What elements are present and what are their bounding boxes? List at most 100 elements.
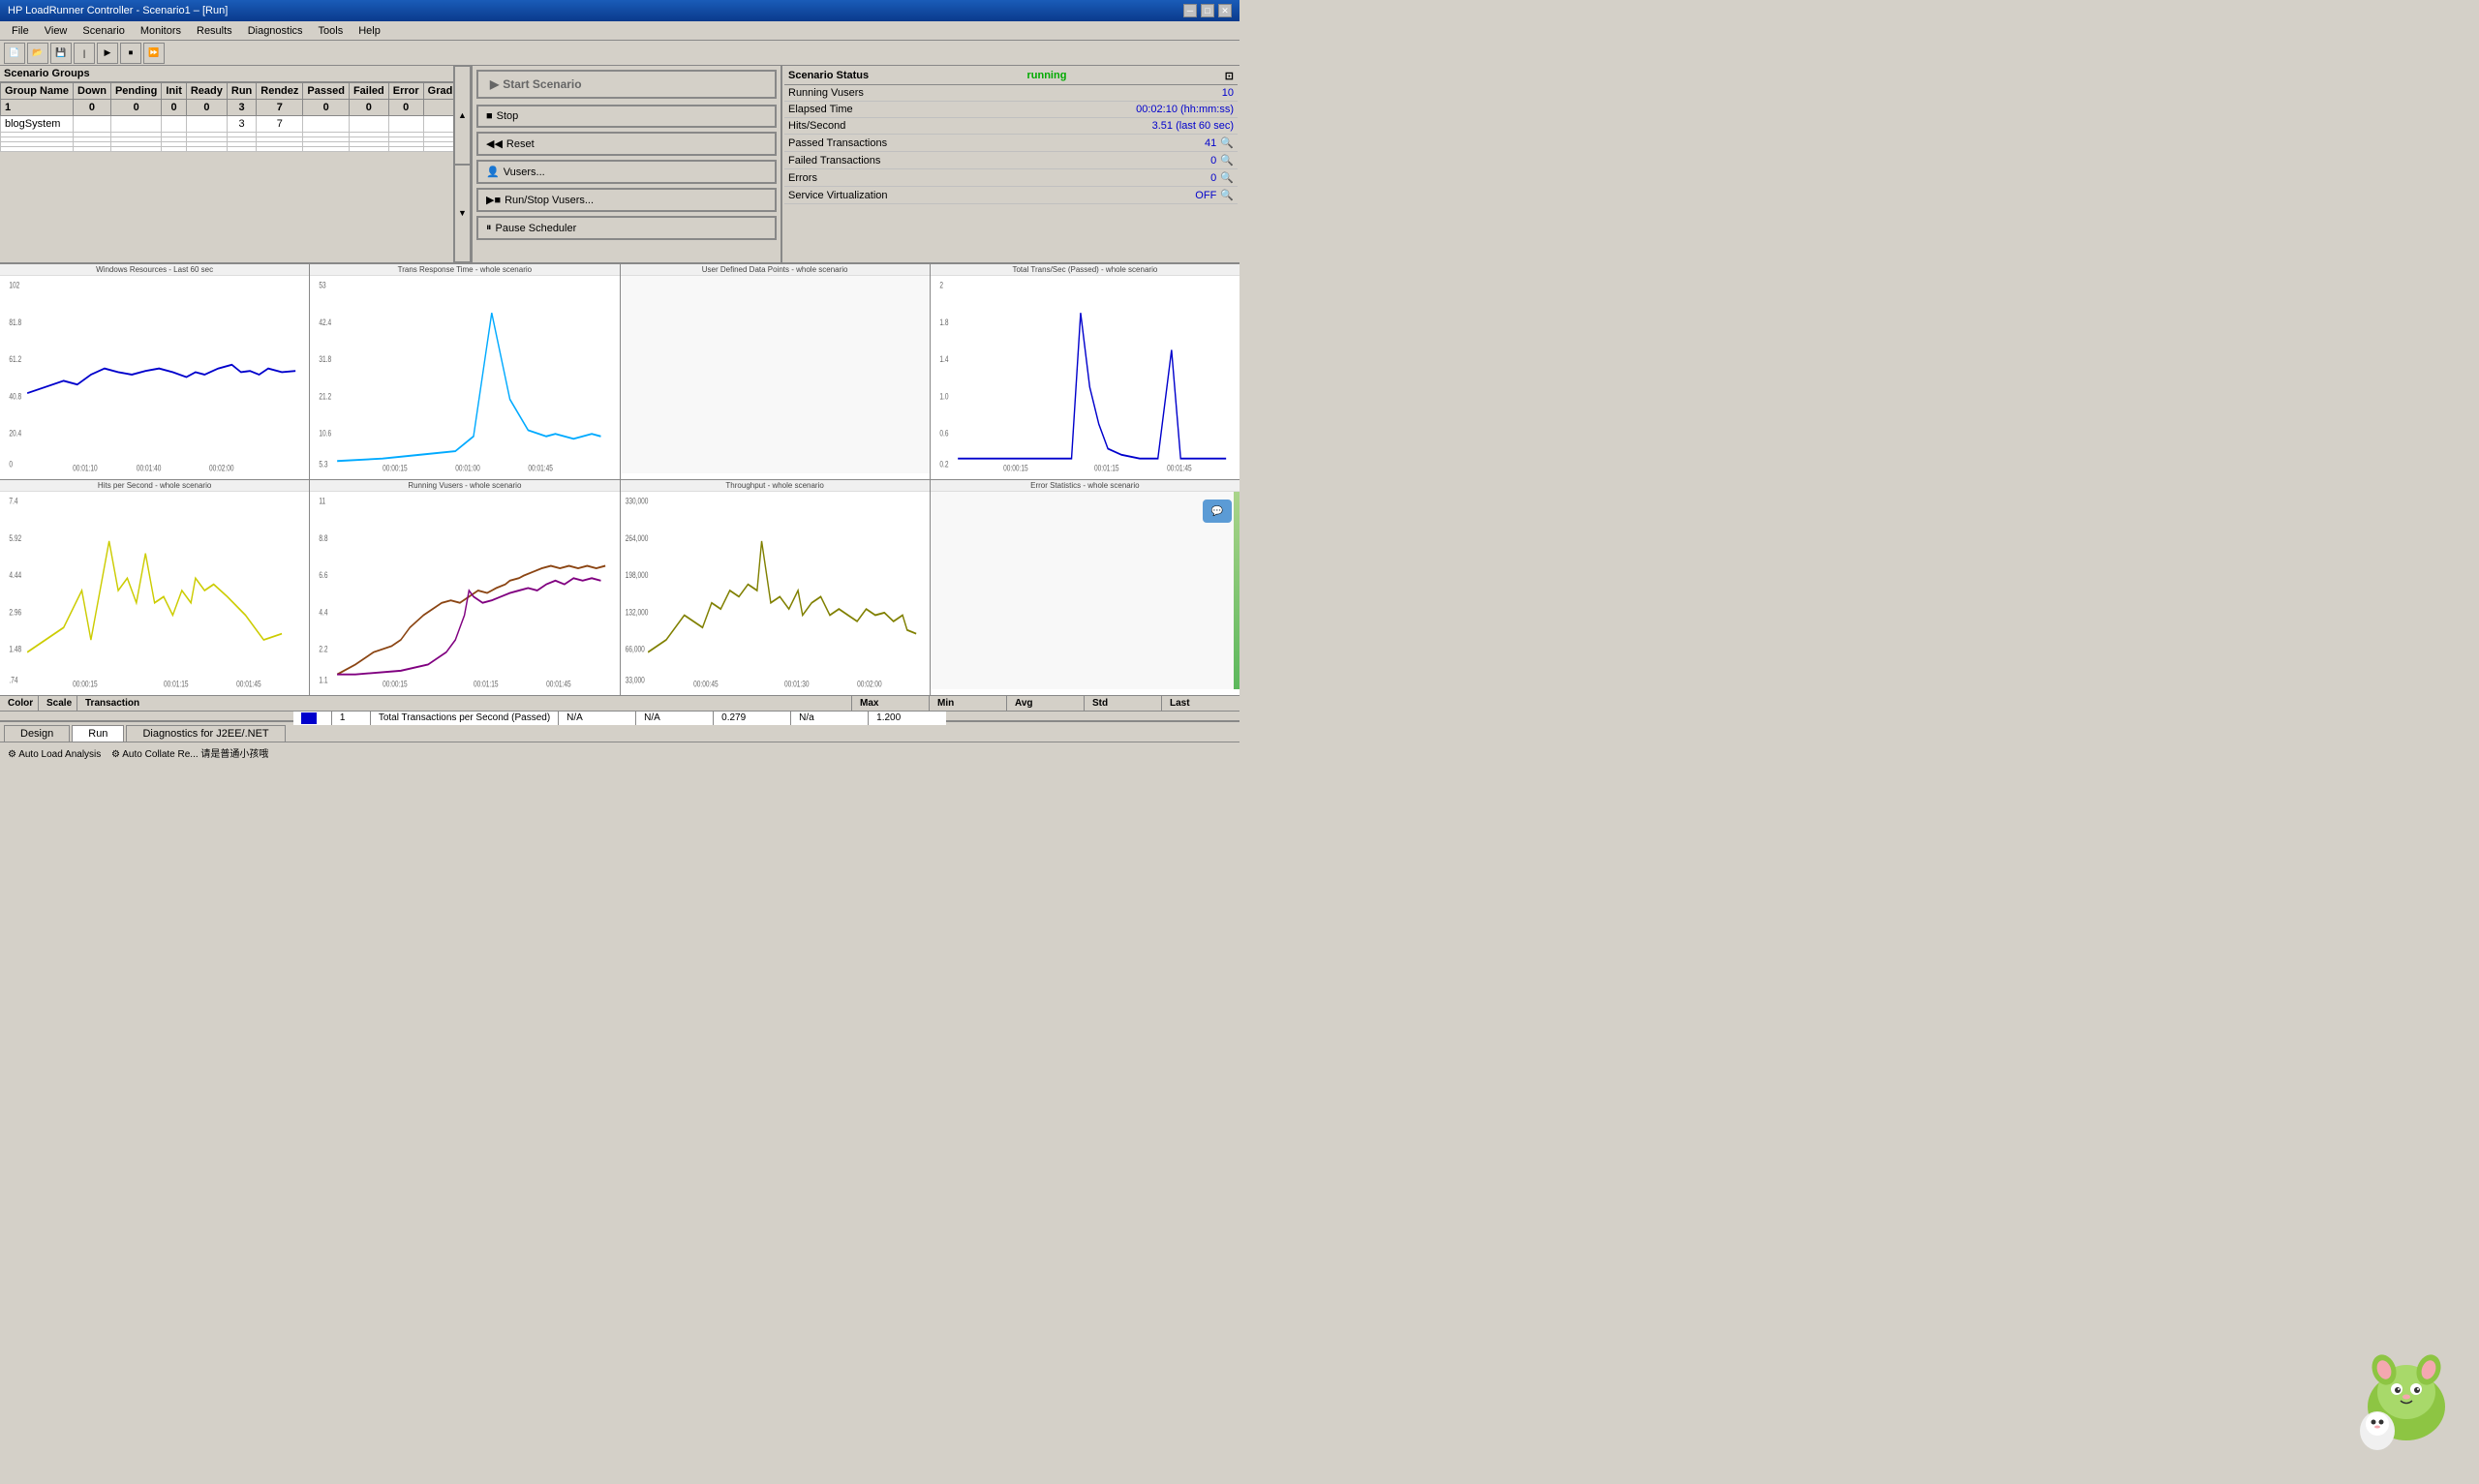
hits-value: 3.51 (last 60 sec) [1152, 120, 1234, 132]
status-row-vusers: Running Vusers 10 [784, 85, 1238, 102]
stop-button[interactable]: ■ Stop [476, 105, 777, 128]
count-error: 0 [388, 100, 423, 116]
col-passed: Passed [303, 83, 350, 100]
scroll-up[interactable]: ▲ [454, 66, 471, 165]
toolbar-save[interactable]: 💾 [50, 43, 72, 64]
maximize-button[interactable]: □ [1201, 4, 1214, 17]
scroll-column: ▲ ▼ [453, 66, 471, 262]
svg-text:11: 11 [320, 497, 326, 506]
tab-run[interactable]: Run [72, 725, 124, 742]
toolbar-btn2[interactable]: ⏹ [120, 43, 141, 64]
scenario-area: Scenario Groups Group Name Down Pending … [0, 66, 1240, 264]
menu-scenario[interactable]: Scenario [75, 23, 132, 39]
menu-view[interactable]: View [37, 23, 76, 39]
legend-color-box [301, 712, 317, 724]
count-pending: 0 [110, 100, 161, 116]
toolbar-open[interactable]: 📂 [27, 43, 48, 64]
tab-diagnostics[interactable]: Diagnostics for J2EE/.NET [126, 725, 285, 742]
toolbar-btn1[interactable]: ▶ [97, 43, 118, 64]
play-icon: ▶ [490, 77, 499, 91]
start-scenario-button[interactable]: ▶ Start Scenario [476, 70, 777, 99]
status-row-elapsed: Elapsed Time 00:02:10 (hh:mm:ss) [784, 102, 1238, 118]
chart-total-svg: 2 1.8 1.4 1.0 0.6 0.2 00:00:15 00:01:15 … [931, 276, 1240, 473]
svg-text:8.8: 8.8 [320, 533, 329, 543]
svg-text:33,000: 33,000 [625, 676, 645, 685]
chart-windows-svg: 102 81.8 61.2 40.8 20.4 0 00:01:10 00:01… [0, 276, 309, 473]
elapsed-label: Elapsed Time [788, 104, 1136, 115]
passed-magnify-icon[interactable]: 🔍 [1220, 136, 1234, 149]
empty-row-4 [1, 147, 454, 152]
count-down: 0 [74, 100, 111, 116]
row-ready [186, 116, 227, 133]
run-stop-icon: ▶■ [486, 194, 501, 206]
status-maximize-icon[interactable]: ⊡ [1225, 70, 1234, 82]
reset-button[interactable]: ◀◀ Reset [476, 132, 777, 156]
menu-help[interactable]: Help [351, 23, 388, 39]
svg-text:00:01:15: 00:01:15 [164, 679, 189, 688]
chart-vusers: Running Vusers - whole scenario 11 8.8 6… [310, 480, 620, 695]
svg-text:2.2: 2.2 [320, 645, 328, 654]
svg-text:00:00:45: 00:00:45 [693, 679, 719, 688]
failed-magnify-icon[interactable]: 🔍 [1220, 154, 1234, 167]
legend-col-max: Max [852, 696, 930, 711]
virtualization-magnify-icon[interactable]: 🔍 [1220, 189, 1234, 201]
count-gradual: 0 [423, 100, 453, 116]
start-scenario-label: Start Scenario [503, 77, 581, 91]
chart-total-trans: Total Trans/Sec (Passed) - whole scenari… [931, 264, 1240, 479]
menu-file[interactable]: File [4, 23, 37, 39]
vusers-button[interactable]: 👤 Vusers... [476, 160, 777, 184]
mascot-area [2343, 1329, 2469, 1455]
col-pending: Pending [110, 83, 161, 100]
statusbar-right-text: Auto Collate Re... 请是普通小孩哦 [122, 749, 268, 760]
chart-user-defined: User Defined Data Points - whole scenari… [621, 264, 931, 479]
legend-min-cell: N/A [636, 712, 714, 725]
close-button[interactable]: ✕ [1218, 4, 1232, 17]
status-panel: Scenario Status running ⊡ Running Vusers… [780, 66, 1240, 262]
svg-text:00:01:45: 00:01:45 [1167, 463, 1192, 472]
reset-icon: ◀◀ [486, 137, 503, 150]
pause-scheduler-button[interactable]: ⏸ Pause Scheduler [476, 216, 777, 240]
menubar: File View Scenario Monitors Results Diag… [0, 21, 1240, 41]
failed-label: Failed Transactions [788, 155, 1210, 167]
svg-text:330,000: 330,000 [625, 497, 648, 506]
main-content: Scenario Groups Group Name Down Pending … [0, 66, 1240, 720]
status-row-errors: Errors 0 🔍 [784, 169, 1238, 187]
count-passed: 0 [303, 100, 350, 116]
menu-monitors[interactable]: Monitors [133, 23, 189, 39]
chart-total-inner: 2 1.8 1.4 1.0 0.6 0.2 00:00:15 00:01:15 … [931, 276, 1240, 473]
chart-errors: Error Statistics - whole scenario 💬 [931, 480, 1240, 695]
running-vusers-label: Running Vusers [788, 87, 1222, 99]
scroll-down[interactable]: ▼ [454, 165, 471, 263]
toolbar-sep1: | [74, 43, 95, 64]
svg-text:00:00:15: 00:00:15 [1003, 463, 1028, 472]
chart-trans-title: Trans Response Time - whole scenario [310, 264, 619, 276]
svg-text:4.4: 4.4 [320, 608, 329, 618]
svg-text:1.1: 1.1 [320, 676, 328, 685]
menu-results[interactable]: Results [189, 23, 240, 39]
status-row-failed: Failed Transactions 0 🔍 [784, 152, 1238, 169]
menu-tools[interactable]: Tools [311, 23, 352, 39]
run-stop-vusers-button[interactable]: ▶■ Run/Stop Vusers... [476, 188, 777, 212]
svg-text:00:01:45: 00:01:45 [546, 679, 571, 688]
failed-value: 0 [1210, 155, 1216, 167]
legend-area: Color Scale Transaction Max Min Avg Std … [0, 695, 1240, 720]
col-ready: Ready [186, 83, 227, 100]
menu-diagnostics[interactable]: Diagnostics [240, 23, 311, 39]
row-run: 3 [227, 116, 256, 133]
minimize-button[interactable]: ─ [1183, 4, 1197, 17]
toolbar-new[interactable]: 📄 [4, 43, 25, 64]
errors-magnify-icon[interactable]: 🔍 [1220, 171, 1234, 184]
chart-hits-svg: 7.4 5.92 4.44 2.96 1.48 .74 00:00:15 00:… [0, 492, 309, 689]
tab-design[interactable]: Design [4, 725, 70, 742]
legend-col-transaction: Transaction [77, 696, 852, 711]
col-down: Down [74, 83, 111, 100]
chart-user-inner [621, 276, 930, 473]
svg-text:31.8: 31.8 [320, 354, 332, 364]
toolbar-btn3[interactable]: ⏩ [143, 43, 165, 64]
table-row[interactable]: blogSystem 3 7 [1, 116, 454, 133]
virtualization-value: OFF [1195, 190, 1216, 201]
legend-transaction-cell: Total Transactions per Second (Passed) [371, 712, 559, 725]
col-error: Error [388, 83, 423, 100]
legend-last-cell: 1.200 [869, 712, 946, 725]
legend-col-last: Last [1162, 696, 1240, 711]
